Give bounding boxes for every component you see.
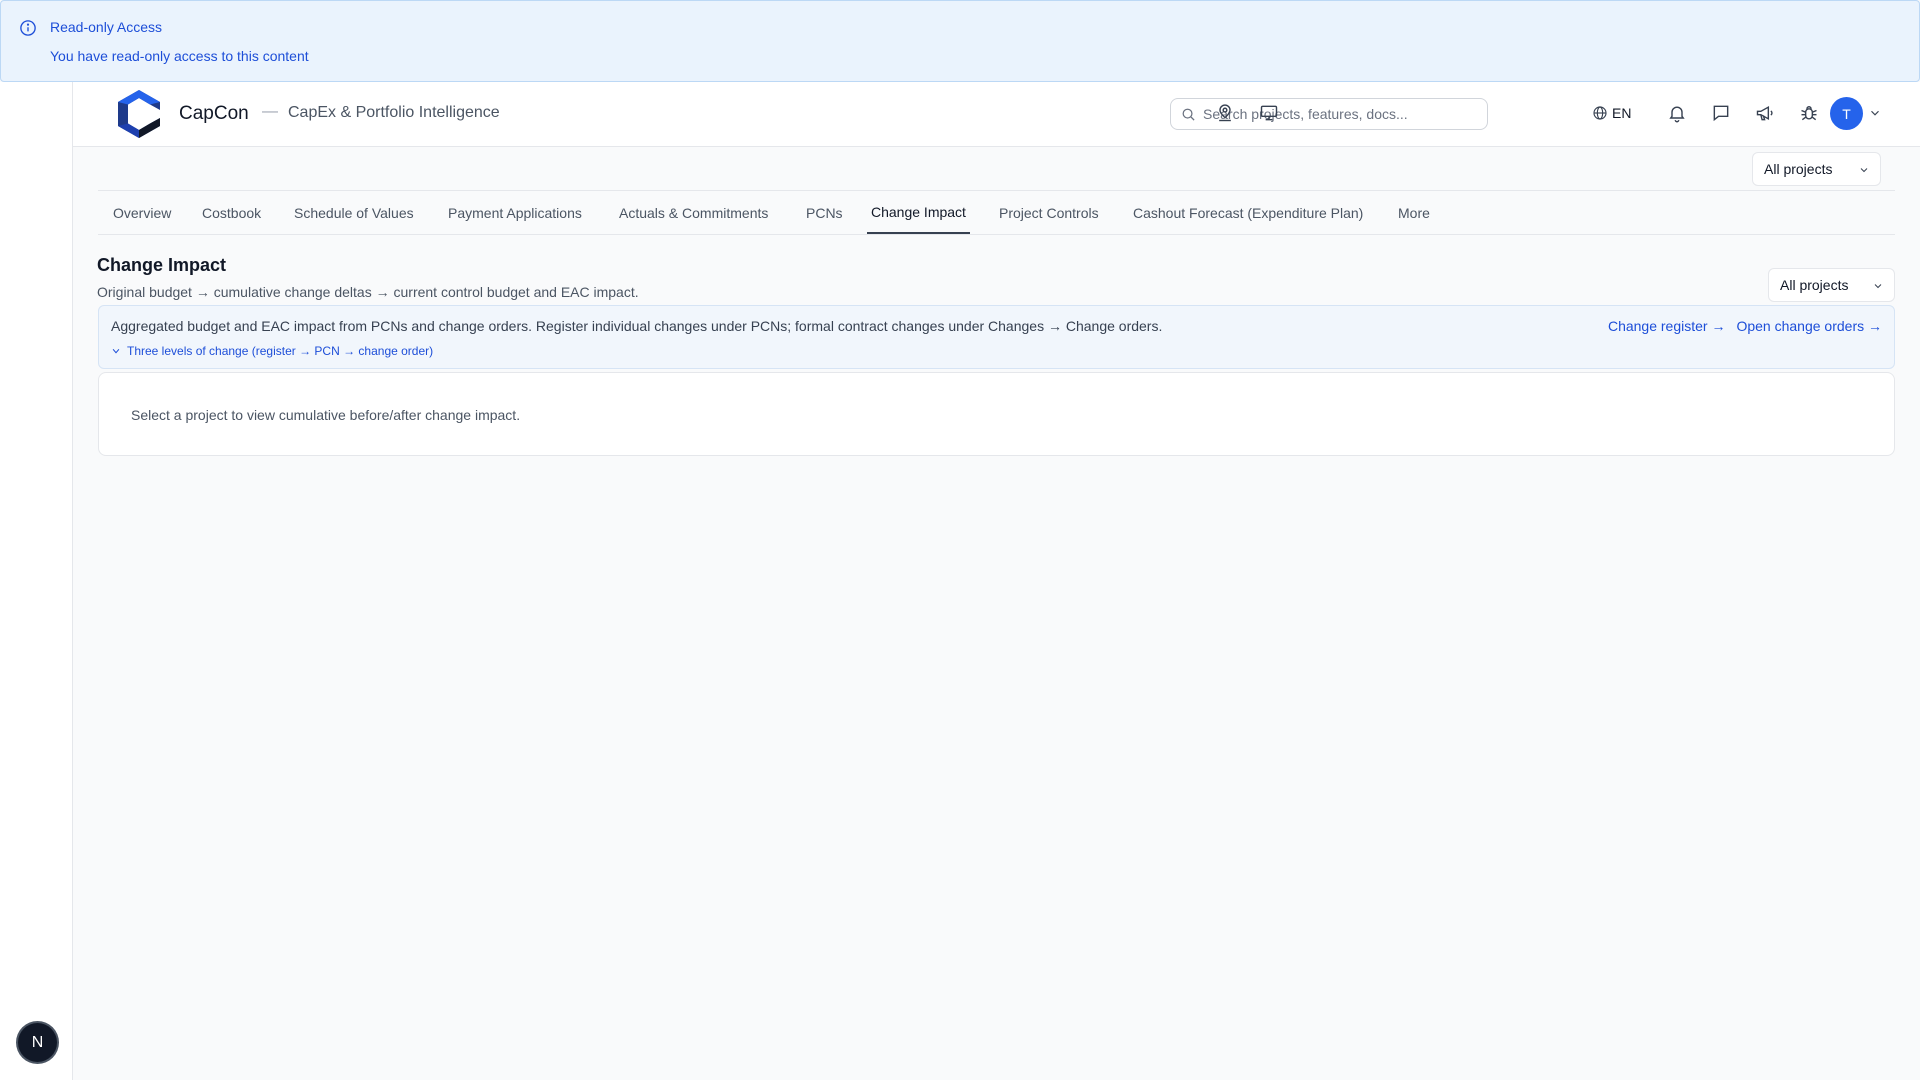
module-tabs: Overview Costbook Schedule of Values Pay… <box>98 190 1895 235</box>
chevron-down-icon <box>1874 284 1882 289</box>
page-subtitle: Original budget → cumulative change delt… <box>97 284 639 300</box>
language-switch[interactable]: EN <box>1592 102 1631 124</box>
change-register-link[interactable]: Change register → <box>1608 318 1726 334</box>
tab-schedule-of-values[interactable]: Schedule of Values <box>290 191 418 234</box>
bug-icon[interactable] <box>1798 102 1820 124</box>
info-text: Aggregated budget and EAC impact from PC… <box>111 318 1163 334</box>
capcon-logo-icon[interactable] <box>113 88 165 140</box>
bell-icon[interactable] <box>1666 102 1688 124</box>
user-pin-icon[interactable] <box>1214 102 1236 124</box>
banner-message: You have read-only access to this conten… <box>50 48 309 64</box>
brand-name[interactable]: CapCon <box>179 103 249 125</box>
info-links: Change register → Open change orders → <box>1608 318 1882 334</box>
chat-icon[interactable] <box>1710 102 1732 124</box>
levels-toggle[interactable]: Three levels of change (register → PCN →… <box>111 344 433 358</box>
tab-overview[interactable]: Overview <box>109 191 175 234</box>
chevron-down-icon <box>1860 168 1868 173</box>
levels-toggle-label: Three levels of change (register → PCN →… <box>127 344 434 358</box>
project-filter[interactable]: All projects <box>1768 268 1895 302</box>
change-impact-info: Aggregated budget and EAC impact from PC… <box>98 305 1895 369</box>
info-icon <box>20 20 36 36</box>
tab-change-impact[interactable]: Change Impact <box>867 191 970 234</box>
tab-actuals-commitments[interactable]: Actuals & Commitments <box>615 191 772 234</box>
user-avatar[interactable]: T <box>1830 97 1863 130</box>
brand-separator: — <box>262 103 278 120</box>
tab-payment-applications[interactable]: Payment Applications <box>444 191 586 234</box>
banner-title: Read-only Access <box>50 19 163 35</box>
chevron-down-icon[interactable] <box>1868 106 1882 120</box>
tab-pcns[interactable]: PCNs <box>802 191 847 234</box>
brand-subtitle: CapEx & Portfolio Intelligence <box>288 104 500 121</box>
language-label: EN <box>1612 105 1632 121</box>
left-rail <box>0 82 73 1080</box>
empty-state-text: Select a project to view cumulative befo… <box>131 407 521 423</box>
tab-project-controls[interactable]: Project Controls <box>995 191 1103 234</box>
top-project-filter[interactable]: All projects <box>1752 152 1881 186</box>
tab-costbook[interactable]: Costbook <box>198 191 265 234</box>
search-input[interactable] <box>1203 99 1483 129</box>
megaphone-icon[interactable] <box>1754 102 1776 124</box>
monitor-icon[interactable] <box>1258 102 1280 124</box>
tab-cashout-forecast[interactable]: Cashout Forecast (Expenditure Plan) <box>1129 191 1367 234</box>
globe-icon <box>1593 106 1607 120</box>
empty-state-card: Select a project to view cumulative befo… <box>98 372 1895 456</box>
chevron-down-icon <box>112 348 120 354</box>
tab-more[interactable]: More <box>1394 191 1434 234</box>
top-project-filter-value: All projects <box>1764 161 1833 177</box>
open-change-orders-link[interactable]: Open change orders → <box>1736 318 1882 334</box>
dev-badge[interactable]: N <box>18 1023 57 1062</box>
read-only-banner: Read-only Access You have read-only acce… <box>0 0 1920 82</box>
page-title: Change Impact <box>97 255 227 275</box>
project-filter-value: All projects <box>1780 277 1849 293</box>
app-header: CapCon — CapEx & Portfolio Intelligence … <box>73 82 1920 147</box>
search-icon <box>1182 108 1195 121</box>
